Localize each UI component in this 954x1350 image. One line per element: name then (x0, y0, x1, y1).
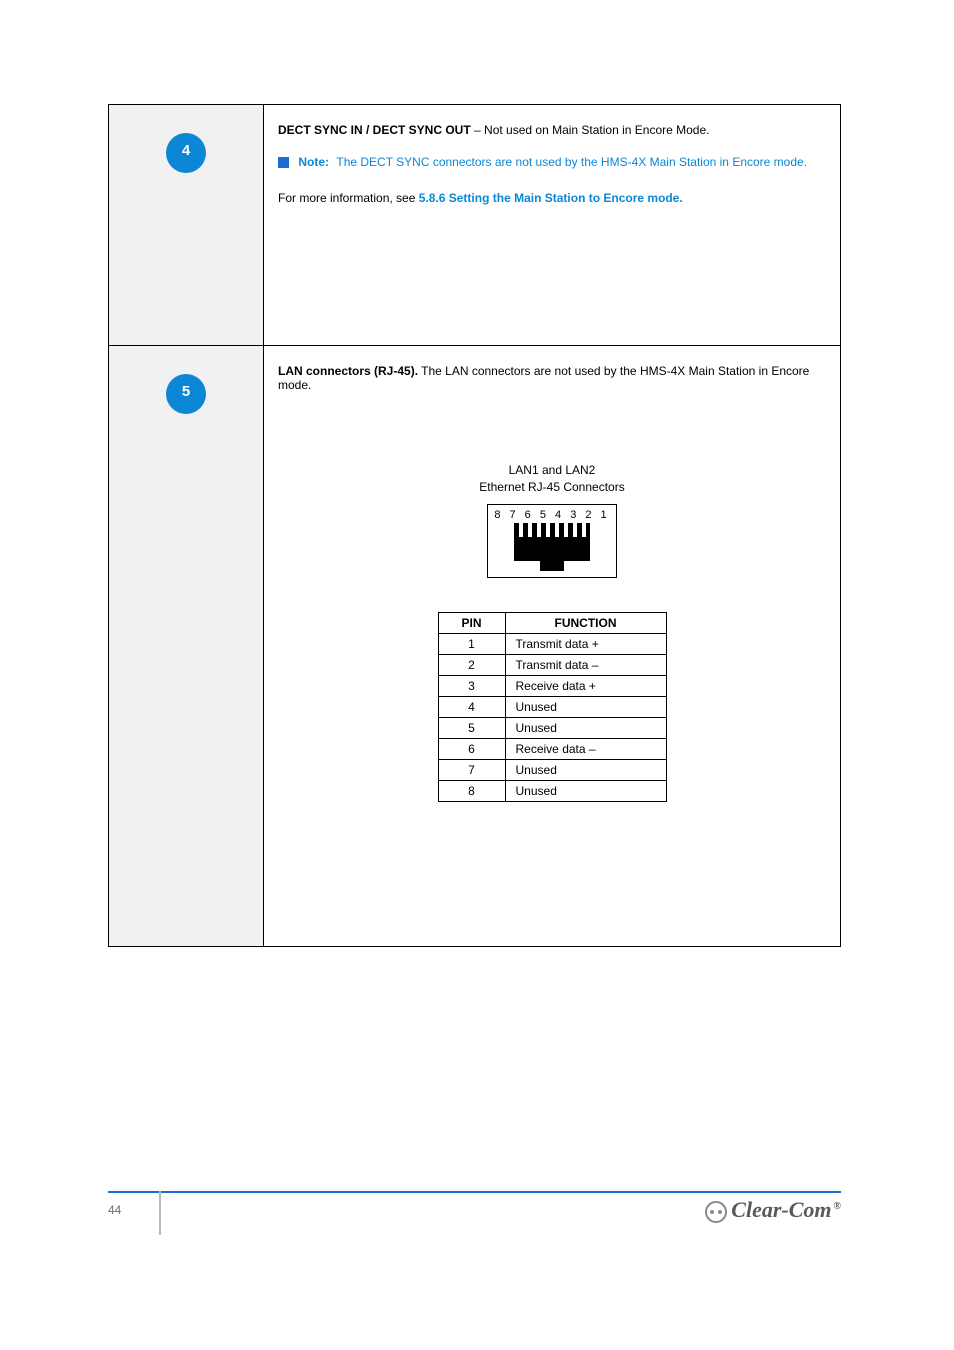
table-row: 2Transmit data – (438, 654, 666, 675)
table-row: 4 DECT SYNC IN / DECT SYNC OUT – Not use… (109, 105, 841, 346)
pin-cell: 6 (438, 738, 505, 759)
footer-divider (108, 1191, 841, 1193)
note-text: The DECT SYNC connectors are not used by… (336, 155, 807, 169)
function-cell: Unused (505, 780, 666, 801)
function-cell: Unused (505, 759, 666, 780)
cross-reference: For more information, see 5.8.6 Setting … (278, 191, 826, 205)
pinout-table: PIN FUNCTION 1Transmit data + 2Transmit … (438, 612, 667, 802)
table-row: 3Receive data + (438, 675, 666, 696)
footer-separator (159, 1191, 161, 1235)
table-row: 1Transmit data + (438, 633, 666, 654)
document-page: 4 DECT SYNC IN / DECT SYNC OUT – Not use… (0, 0, 954, 1350)
figure-caption-line1: LAN1 and LAN2 (479, 462, 624, 479)
figure-caption: LAN1 and LAN2 Ethernet RJ-45 Connectors (479, 462, 624, 496)
pin-cell: 3 (438, 675, 505, 696)
registered-mark: ® (834, 1201, 841, 1212)
feature-title-line: DECT SYNC IN / DECT SYNC OUT – Not used … (278, 123, 826, 137)
rj45-diagram: 8 7 6 5 4 3 2 1 (487, 504, 616, 578)
pin-cell: 7 (438, 759, 505, 780)
table-row: 6Receive data – (438, 738, 666, 759)
figure-caption-line2: Ethernet RJ-45 Connectors (479, 479, 624, 496)
table-row: 7Unused (438, 759, 666, 780)
feature-description-cell: DECT SYNC IN / DECT SYNC OUT – Not used … (264, 105, 841, 346)
pin-header: PIN (438, 612, 505, 633)
pin-cell: 8 (438, 780, 505, 801)
feature-number-cell: 4 (109, 105, 264, 346)
feature-description-cell: LAN connectors (RJ-45). The LAN connecto… (264, 346, 841, 947)
pin-cell: 1 (438, 633, 505, 654)
table-row: 4Unused (438, 696, 666, 717)
pin-cell: 2 (438, 654, 505, 675)
number-badge: 5 (166, 374, 206, 414)
feature-subtitle: – Not used on Main Station in Encore Mod… (471, 123, 710, 137)
pin-numbers: 8 7 6 5 4 3 2 1 (494, 509, 609, 521)
feature-title-line: LAN connectors (RJ-45). The LAN connecto… (278, 364, 826, 392)
note-label: Note: (298, 155, 329, 169)
feature-number-cell: 5 (109, 346, 264, 947)
function-cell: Unused (505, 696, 666, 717)
table-row: 8Unused (438, 780, 666, 801)
table-row: 5Unused (438, 717, 666, 738)
table-row: 5 LAN connectors (RJ-45). The LAN connec… (109, 346, 841, 947)
pin-cell: 4 (438, 696, 505, 717)
function-cell: Unused (505, 717, 666, 738)
pin-cell: 5 (438, 717, 505, 738)
xref-prefix: For more information, see (278, 191, 419, 205)
number-badge: 4 (166, 133, 206, 173)
function-header: FUNCTION (505, 612, 666, 633)
note-line: Note: The DECT SYNC connectors are not u… (278, 155, 826, 169)
function-cell: Receive data – (505, 738, 666, 759)
brand-name: Clear-Com (731, 1197, 831, 1222)
page-footer: 44 Clear-Com® (108, 1191, 841, 1193)
badge-number: 5 (166, 383, 206, 400)
table-header-row: PIN FUNCTION (438, 612, 666, 633)
rj45-jack-icon (514, 523, 590, 571)
connector-figure: LAN1 and LAN2 Ethernet RJ-45 Connectors … (278, 462, 826, 802)
note-bullet-icon (278, 157, 289, 168)
logo-icon (705, 1201, 727, 1223)
function-cell: Transmit data + (505, 633, 666, 654)
brand-logo: Clear-Com® (705, 1197, 841, 1223)
xref-link[interactable]: 5.8.6 Setting the Main Station to Encore… (419, 191, 683, 205)
feature-name: DECT SYNC IN / DECT SYNC OUT (278, 123, 471, 137)
page-number: 44 (108, 1203, 121, 1217)
function-cell: Transmit data – (505, 654, 666, 675)
badge-number: 4 (166, 142, 206, 159)
content-table: 4 DECT SYNC IN / DECT SYNC OUT – Not use… (108, 104, 841, 947)
function-cell: Receive data + (505, 675, 666, 696)
feature-name: LAN connectors (RJ-45). (278, 364, 418, 378)
